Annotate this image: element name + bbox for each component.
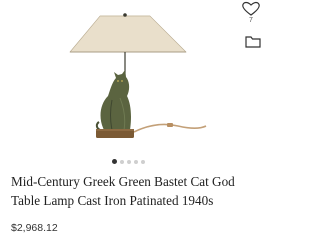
pagination-dot[interactable] — [112, 159, 117, 164]
folder-icon — [245, 36, 261, 48]
pagination-dot[interactable] — [127, 159, 131, 164]
favorite-button[interactable] — [240, 0, 262, 30]
save-to-folder-button[interactable] — [243, 33, 263, 49]
product-price: $2,968.12 — [11, 222, 58, 234]
pagination-dot[interactable] — [141, 159, 145, 164]
lamp-shade — [69, 15, 187, 53]
heart-icon — [242, 1, 260, 16]
cat-figure — [95, 70, 131, 131]
product-image[interactable] — [0, 0, 263, 158]
product-title: Mid-Century Greek Green Bastet Cat God T… — [11, 174, 235, 208]
favorite-count: 7 — [249, 17, 253, 24]
gallery-pagination[interactable] — [112, 159, 145, 164]
pagination-dot[interactable] — [120, 159, 124, 164]
pagination-dot[interactable] — [134, 159, 138, 164]
